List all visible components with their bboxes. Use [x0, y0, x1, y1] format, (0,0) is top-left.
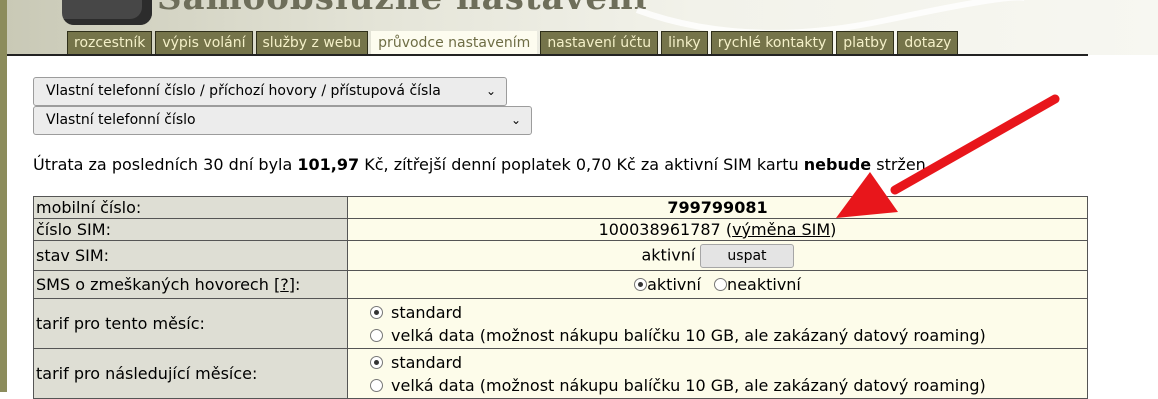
tariff-bigdata-label: velká data (možnost nákupu balíčku 10 GB…	[391, 325, 986, 345]
tariff-this-month-cell: standard velká data (možnost nákupu balí…	[347, 298, 1088, 349]
tab-rozcestnik[interactable]: rozcestník	[67, 31, 153, 54]
sim-status-cell: aktivní uspat	[347, 240, 1088, 271]
table-row: tarif pro tento měsíc: standard velká da…	[33, 298, 1088, 349]
mobile-number-value: 799799081	[347, 196, 1088, 219]
tariff-next-standard-radio[interactable]	[370, 355, 383, 369]
spend-amount: 101,97	[297, 155, 360, 174]
tab-platby[interactable]: platby	[836, 31, 895, 54]
tab-pruvodce-nastavenim[interactable]: průvodce nastavením	[371, 31, 538, 55]
tab-linky[interactable]: linky	[661, 31, 708, 54]
help-link[interactable]: ?	[280, 275, 289, 294]
tariff-standard-label: standard	[391, 302, 462, 322]
tab-sluzby-z-webu[interactable]: služby z webu	[255, 31, 369, 54]
tab-rychle-kontakty[interactable]: rychlé kontakty	[710, 31, 834, 54]
phone-icon	[62, 0, 152, 25]
sim-info-table: mobilní číslo: 799799081 číslo SIM: 1000…	[33, 196, 1088, 399]
tariff-next-months-label: tarif pro následující měsíce:	[33, 348, 348, 399]
sim-status-label: stav SIM:	[33, 240, 348, 271]
tariff-now-bigdata-radio[interactable]	[370, 328, 383, 342]
item-select[interactable]: Vlastní telefonní číslo ⌄	[33, 106, 532, 135]
charge-status: nebude	[803, 155, 872, 174]
missed-call-sms-cell: aktivní neaktivní	[347, 270, 1088, 299]
item-select-value: Vlastní telefonní číslo	[46, 112, 196, 128]
sleep-sim-button[interactable]: uspat	[700, 243, 794, 268]
table-row: tarif pro následující měsíce: standard v…	[33, 348, 1088, 399]
spend-summary: Útrata za posledních 30 dní byla 101,97 …	[33, 155, 931, 174]
spend-prefix: Útrata za posledních 30 dní byla	[33, 155, 298, 174]
tariff-this-month-label: tarif pro tento měsíc:	[33, 298, 348, 349]
chevron-down-icon: ⌄	[485, 84, 496, 98]
sim-number-label: číslo SIM:	[33, 218, 348, 241]
table-row: mobilní číslo: 799799081	[33, 196, 1088, 219]
spend-mid: Kč, zítřejší denní poplatek 0,70 Kč za a…	[359, 155, 804, 174]
table-row: číslo SIM: 100038961787 (výměna SIM)	[33, 218, 1088, 241]
tab-dotazy[interactable]: dotazy	[897, 31, 959, 54]
sms-active-radio[interactable]	[634, 278, 648, 291]
sms-active-label: aktivní	[647, 275, 701, 294]
sms-inactive-label: neaktivní	[727, 275, 801, 294]
header-banner: Samoobslužné nastavení rozcestník výpis …	[7, 0, 1158, 55]
mobile-number-label: mobilní číslo:	[33, 196, 348, 219]
chevron-down-icon: ⌄	[510, 113, 521, 127]
banner-title: Samoobslužné nastavení	[157, 0, 648, 18]
spend-suffix: stržen.	[871, 155, 931, 174]
tab-vypis-volani[interactable]: výpis volání	[155, 31, 253, 54]
tariff-now-standard-radio[interactable]	[370, 305, 383, 319]
left-border	[0, 0, 7, 392]
tariff-standard-label: standard	[391, 352, 462, 372]
category-select[interactable]: Vlastní telefonní číslo / příchozí hovor…	[33, 77, 507, 106]
tab-underline	[7, 54, 1088, 56]
tariff-next-bigdata-radio[interactable]	[370, 378, 383, 392]
main-tabs: rozcestník výpis volání služby z webu pr…	[67, 31, 959, 55]
sim-status-value: aktivní	[641, 245, 696, 264]
tariff-next-months-cell: standard velká data (možnost nákupu balí…	[347, 348, 1088, 399]
missed-call-sms-label: SMS o zmeškaných hovorech [?]:	[33, 270, 348, 299]
category-select-value: Vlastní telefonní číslo / příchozí hovor…	[46, 83, 441, 99]
swap-sim-link[interactable]: výměna SIM	[732, 220, 830, 239]
table-row: SMS o zmeškaných hovorech [?]: aktivní n…	[33, 270, 1088, 299]
table-row: stav SIM: aktivní uspat	[33, 240, 1088, 271]
sms-inactive-radio[interactable]	[714, 278, 728, 291]
sim-number-value: 100038961787 (výměna SIM)	[347, 218, 1088, 241]
tab-nastaveni-uctu[interactable]: nastavení účtu	[540, 31, 659, 54]
